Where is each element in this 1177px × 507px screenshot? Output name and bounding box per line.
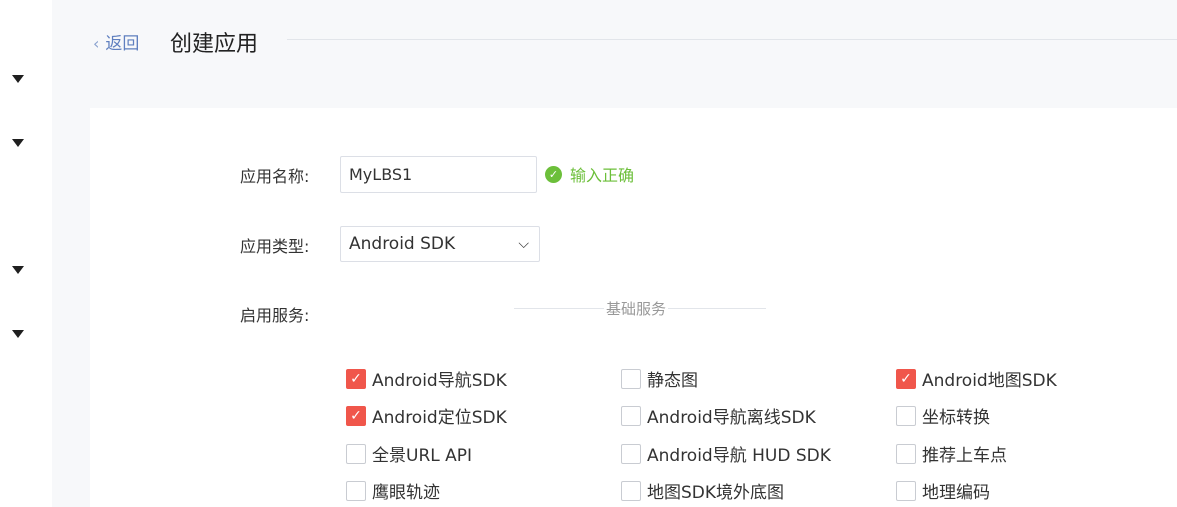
check-icon: ✓ bbox=[350, 407, 362, 424]
caret-down-icon[interactable] bbox=[12, 139, 24, 147]
checkbox[interactable] bbox=[621, 443, 641, 464]
service-checkbox-item[interactable]: ✓ Android地图SDK bbox=[896, 366, 1057, 391]
check-circle-icon: ✓ bbox=[545, 165, 562, 183]
service-checkbox-item[interactable]: 静态图 bbox=[621, 366, 698, 391]
back-link[interactable]: ‹ 返回 bbox=[93, 29, 139, 54]
app-type-select[interactable]: Android SDK ⌵ bbox=[340, 226, 540, 262]
service-label: 全景URL API bbox=[372, 446, 473, 466]
service-checkbox-item[interactable]: 全景URL API bbox=[346, 441, 472, 466]
service-label: 地图SDK境外底图 bbox=[647, 483, 785, 503]
checkbox[interactable]: ✓ bbox=[346, 405, 366, 426]
caret-down-icon[interactable] bbox=[12, 330, 24, 338]
check-icon: ✓ bbox=[350, 370, 362, 387]
service-checkbox-item[interactable]: ✓ Android定位SDK bbox=[346, 403, 507, 428]
service-checkbox-item[interactable]: 地图SDK境外底图 bbox=[621, 478, 784, 503]
checkbox[interactable] bbox=[621, 405, 641, 426]
service-label: 坐标转换 bbox=[922, 408, 990, 428]
service-checkbox-item[interactable]: Android导航 HUD SDK bbox=[621, 441, 831, 466]
service-label: 静态图 bbox=[647, 371, 698, 391]
section-title: 基础服务 bbox=[604, 298, 669, 319]
header-divider bbox=[287, 39, 1177, 40]
service-label: 鹰眼轨迹 bbox=[372, 483, 440, 503]
page-title: 创建应用 bbox=[170, 32, 259, 57]
app-type-value: Android SDK bbox=[349, 234, 456, 254]
app-name-label: 应用名称: bbox=[240, 167, 310, 186]
checkbox[interactable] bbox=[621, 480, 641, 501]
caret-down-icon[interactable] bbox=[12, 75, 24, 83]
validation-message: ✓ 输入正确 bbox=[545, 162, 634, 186]
service-label: Android定位SDK bbox=[372, 408, 507, 428]
service-label: 地理编码 bbox=[922, 483, 990, 503]
checkbox[interactable] bbox=[896, 405, 916, 426]
check-icon: ✓ bbox=[900, 370, 912, 387]
service-checkbox-item[interactable]: Android导航离线SDK bbox=[621, 403, 816, 428]
validation-text: 输入正确 bbox=[570, 166, 635, 185]
service-checkbox-item[interactable]: 地理编码 bbox=[896, 478, 990, 503]
service-label: 推荐上车点 bbox=[922, 446, 1007, 466]
sidebar bbox=[0, 0, 52, 507]
service-checkbox-item[interactable]: 推荐上车点 bbox=[896, 441, 1007, 466]
checkbox[interactable]: ✓ bbox=[346, 368, 366, 389]
form-card: 应用名称: MyLBS1 ✓ 输入正确 应用类型: Android SDK ⌵ … bbox=[90, 108, 1177, 507]
app-type-label: 应用类型: bbox=[240, 237, 310, 256]
app-name-input[interactable]: MyLBS1 bbox=[340, 156, 537, 193]
chevron-left-icon: ‹ bbox=[93, 34, 100, 53]
service-checkbox-item[interactable]: 坐标转换 bbox=[896, 403, 990, 428]
service-label: Android导航 HUD SDK bbox=[647, 446, 831, 466]
service-label: Android导航SDK bbox=[372, 371, 507, 391]
back-label: 返回 bbox=[105, 34, 140, 54]
checkbox[interactable] bbox=[896, 480, 916, 501]
service-checkbox-item[interactable]: ✓ Android导航SDK bbox=[346, 366, 507, 391]
page-header: ‹ 返回 创建应用 bbox=[52, 0, 1177, 80]
checkbox[interactable] bbox=[346, 480, 366, 501]
checkbox[interactable] bbox=[346, 443, 366, 464]
caret-down-icon[interactable] bbox=[12, 266, 24, 274]
checkbox[interactable] bbox=[896, 443, 916, 464]
chevron-down-icon: ⌵ bbox=[518, 236, 529, 252]
checkbox[interactable] bbox=[621, 368, 641, 389]
services-label: 启用服务: bbox=[240, 306, 310, 325]
service-checkbox-item[interactable]: 鹰眼轨迹 bbox=[346, 478, 440, 503]
checkbox[interactable]: ✓ bbox=[896, 368, 916, 389]
service-label: Android地图SDK bbox=[922, 371, 1057, 391]
service-label: Android导航离线SDK bbox=[647, 408, 816, 428]
